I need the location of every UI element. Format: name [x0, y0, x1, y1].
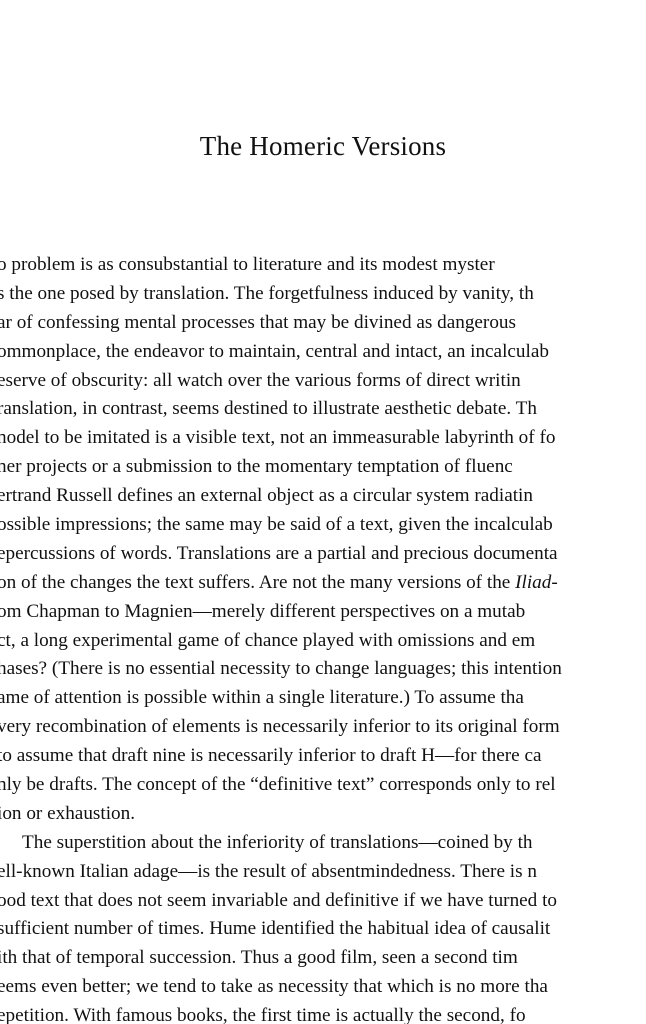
italic-title: Iliad: [515, 571, 552, 593]
text-line: o problem is as consubstantial to litera…: [0, 254, 495, 275]
text-line: eems even better; we tend to take as nec…: [0, 976, 548, 998]
text-line: to assume that draft nine is necessarily…: [0, 745, 542, 767]
text-line: nly be drafts. The concept of the “defin…: [0, 774, 556, 796]
paragraph: o problem is as consubstantial to litera…: [0, 251, 646, 829]
text-line: ame of attention is possible within a si…: [0, 687, 524, 709]
text-line: hases? (There is no essential necessity …: [0, 658, 562, 680]
text-line: on of the changes the text suffers. Are …: [0, 571, 558, 593]
text-line: ranslation, in contrast, seems destined …: [0, 398, 537, 420]
text-line: ion or exhaustion.: [0, 802, 136, 824]
text-line: epercussions of words. Translations are …: [0, 542, 558, 564]
text-line: epetition. With famous books, the first …: [0, 1005, 526, 1024]
text-line: ood text that does not seem invariable a…: [0, 889, 557, 911]
text-line: ner projects or a submission to the mome…: [0, 456, 513, 478]
text-line: nodel to be imitated is a visible text, …: [0, 427, 556, 449]
document-page: The Homeric Versions o problem is as con…: [0, 0, 646, 1024]
text-line: ct, a long experimental game of chance p…: [0, 629, 536, 651]
text-line: ith that of temporal succession. Thus a …: [0, 947, 518, 969]
text-line: s the one posed by translation. The forg…: [0, 282, 534, 304]
text-line: ar of confessing mental processes that m…: [0, 311, 516, 333]
text-line: ossible impressions; the same may be sai…: [0, 514, 553, 536]
text-line: sufficient number of times. Hume identif…: [0, 918, 551, 940]
text-line: very recombination of elements is necess…: [0, 716, 560, 738]
text-line: ell-known Italian adage—is the result of…: [0, 860, 537, 882]
paragraph: The superstition about the inferiority o…: [0, 829, 646, 1024]
chapter-title: The Homeric Versions: [199, 131, 447, 161]
text-line: ertrand Russell defines an external obje…: [0, 485, 533, 507]
text-line: om Chapman to Magnien—merely different p…: [0, 600, 526, 622]
text-line: ommonplace, the endeavor to maintain, ce…: [0, 340, 549, 362]
text-line: The superstition about the inferiority o…: [22, 831, 533, 853]
text-line: eserve of obscurity: all watch over the …: [0, 369, 521, 391]
body-text: o problem is as consubstantial to litera…: [0, 251, 646, 1024]
